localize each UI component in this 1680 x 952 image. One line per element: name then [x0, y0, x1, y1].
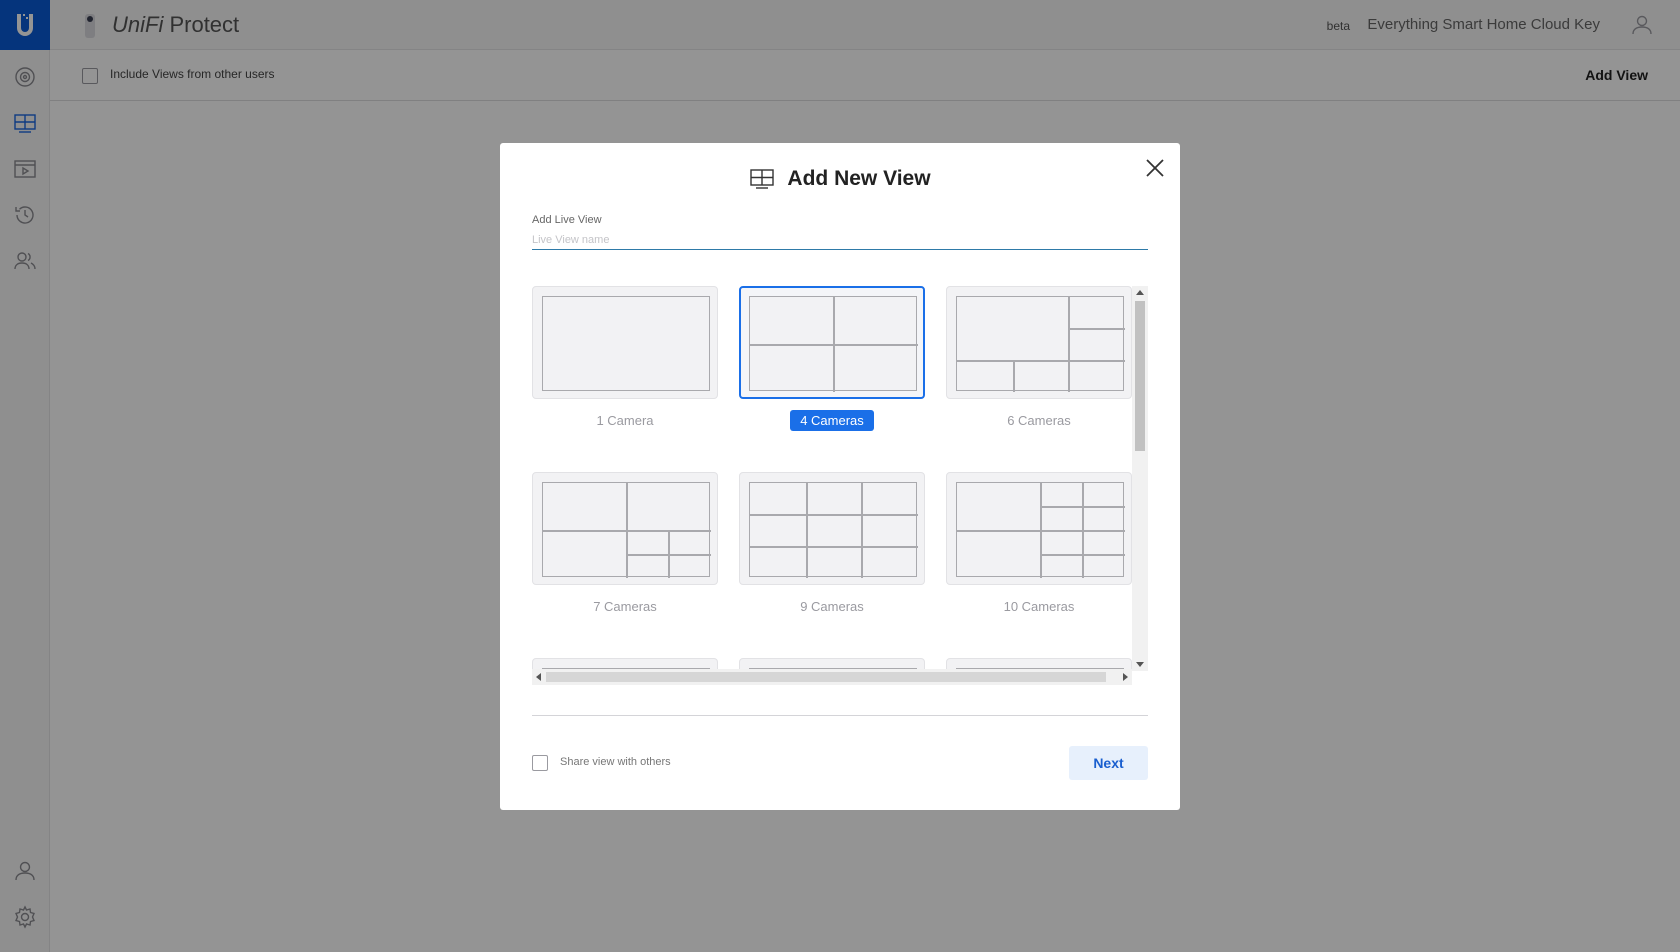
grid-line [1013, 360, 1015, 392]
layout-label: 4 Cameras [739, 410, 925, 431]
layout-label: 10 Cameras [946, 599, 1132, 614]
grid-line [626, 554, 711, 556]
grid-line [750, 344, 918, 346]
scroll-up-arrow-icon[interactable] [1136, 290, 1144, 295]
layout-preview-card [532, 286, 718, 399]
scroll-left-arrow-icon[interactable] [536, 673, 541, 681]
grid-line [750, 546, 918, 548]
share-view-label[interactable]: Share view with others [560, 756, 671, 768]
layout-label-text: 10 Cameras [1003, 599, 1075, 614]
scroll-down-arrow-icon[interactable] [1136, 662, 1144, 667]
layout-label: 7 Cameras [532, 599, 718, 614]
view-name-label: Add Live View [532, 214, 602, 226]
grid-line [750, 514, 918, 516]
layout-option-9[interactable]: 9 Cameras [739, 472, 925, 614]
layout-horizontal-scrollbar[interactable] [532, 669, 1132, 685]
grid-line [957, 360, 1125, 362]
layout-preview [956, 482, 1125, 578]
layout-option-6[interactable]: 6 Cameras [946, 286, 1132, 428]
scrollbar-thumb[interactable] [546, 672, 1106, 682]
layout-preview [956, 296, 1125, 392]
layout-preview-card [946, 286, 1132, 399]
layout-label-text: 7 Cameras [593, 599, 657, 614]
layout-option-1[interactable]: 1 Camera [532, 286, 718, 428]
next-button[interactable]: Next [1069, 746, 1148, 780]
grid-line [1068, 328, 1125, 330]
layout-preview-card [532, 472, 718, 585]
grid-line [1040, 506, 1125, 508]
layout-preview [542, 482, 711, 578]
grid-line [861, 483, 863, 578]
grid-line [543, 530, 711, 532]
scrollbar-thumb[interactable] [1135, 301, 1145, 451]
layout-label: 6 Cameras [946, 413, 1132, 428]
dialog-title: Add New View [500, 167, 1180, 191]
layout-preview [749, 482, 918, 578]
layout-preview [542, 296, 710, 391]
layout-label-text: 6 Cameras [1007, 413, 1071, 428]
view-name-input[interactable] [532, 230, 1148, 250]
layout-label-text: 1 Camera [596, 413, 654, 428]
layout-option-4[interactable]: 4 Cameras [739, 286, 925, 431]
layout-preview-card [739, 472, 925, 585]
layout-option-10[interactable]: 10 Cameras [946, 472, 1132, 614]
share-view-checkbox[interactable] [532, 755, 548, 771]
layout-label-text: 9 Cameras [800, 599, 864, 614]
layout-label: 9 Cameras [739, 599, 925, 614]
dialog-title-text: Add New View [787, 167, 931, 190]
grid-line [806, 483, 808, 578]
layout-preview [749, 296, 918, 392]
grid-line [1040, 554, 1125, 556]
layout-label-text: 4 Cameras [790, 410, 874, 431]
layout-label: 1 Camera [532, 413, 718, 428]
layout-preview-card [739, 286, 925, 399]
layout-option-7[interactable]: 7 Cameras [532, 472, 718, 614]
footer-divider [532, 715, 1148, 716]
layout-grid: 1 Camera 4 Cameras 6 Cameras 7 Cameras 9… [532, 286, 1148, 671]
scroll-right-arrow-icon[interactable] [1123, 673, 1128, 681]
add-view-dialog: Add New View Add Live View 1 Camera 4 Ca… [500, 143, 1180, 810]
grid-line [1068, 297, 1070, 392]
layout-preview-card [946, 472, 1132, 585]
liveview-grid-icon [750, 169, 775, 189]
grid-line [957, 530, 1125, 532]
layout-vertical-scrollbar[interactable] [1132, 286, 1148, 671]
